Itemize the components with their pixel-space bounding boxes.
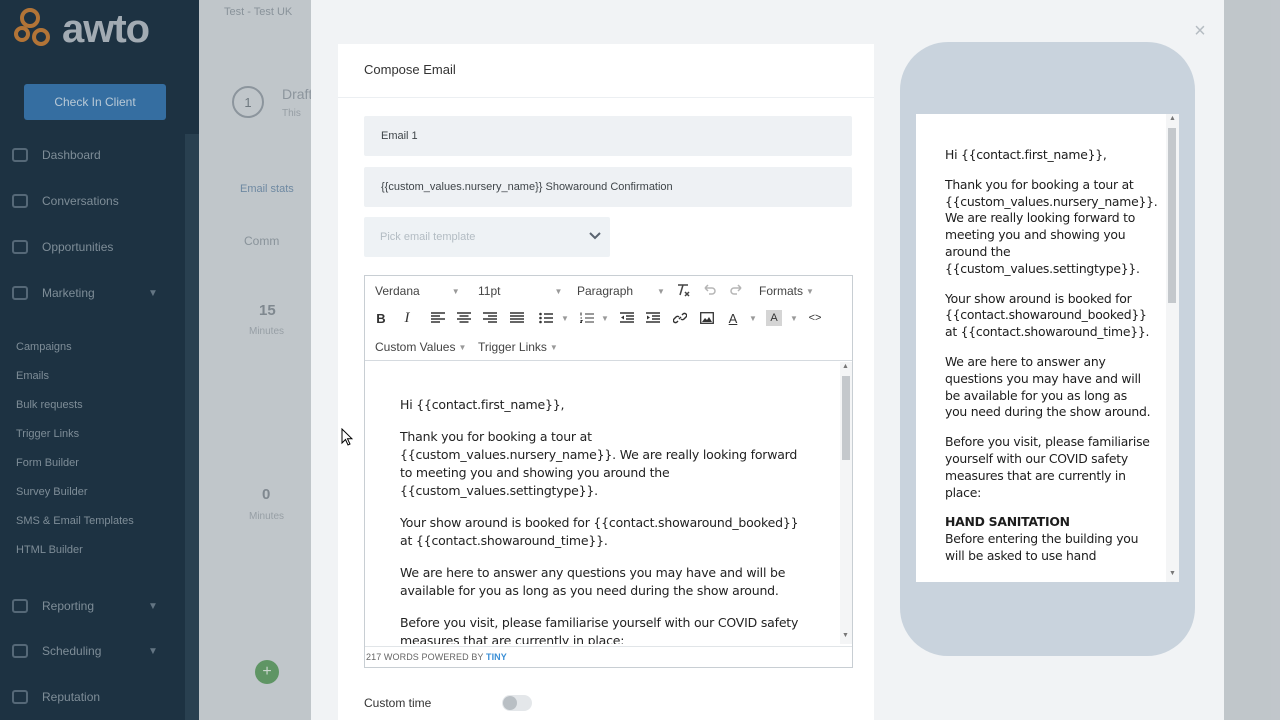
preview-paragraph: We are here to answer any questions you …	[945, 353, 1151, 420]
editor-toolbar: Verdana ▼ 11pt ▼ Paragraph ▼ Formats ▼ B I	[365, 276, 852, 361]
indent-button[interactable]	[642, 307, 664, 329]
bold-button[interactable]: B	[370, 307, 392, 329]
dropdown-arrow-icon[interactable]: ▼	[749, 314, 757, 323]
bullet-list-icon	[539, 312, 553, 324]
preview-paragraph: Thank you for booking a tour at {{custom…	[945, 176, 1158, 276]
redo-icon	[730, 284, 742, 295]
source-code-button[interactable]: <>	[804, 307, 826, 329]
preview-paragraph: Before entering the building you will be…	[945, 531, 1139, 563]
scroll-down-icon[interactable]: ▼	[842, 632, 849, 639]
undo-icon	[704, 284, 716, 295]
scroll-down-icon[interactable]: ▼	[1169, 570, 1176, 577]
insert-image-button[interactable]	[696, 307, 718, 329]
custom-time-label: Custom time	[364, 696, 432, 710]
scroll-up-icon[interactable]: ▲	[1169, 115, 1176, 122]
dropdown-arrow-icon: ▼	[549, 342, 558, 352]
editor-statusbar: 217 WORDS POWERED BY TINY	[365, 646, 852, 668]
align-left-icon	[431, 312, 445, 323]
align-center-button[interactable]	[453, 307, 475, 329]
insert-link-button[interactable]	[669, 307, 691, 329]
preview-scrollbar[interactable]: ▲ ▼	[1166, 114, 1179, 582]
word-count: 217 WORDS POWERED BY	[366, 652, 486, 662]
preview-paragraph: Before you visit, please familiarise you…	[945, 434, 1150, 500]
dropdown-arrow-icon: ▼	[458, 342, 467, 352]
dropdown-arrow-icon[interactable]: ▼	[790, 314, 798, 323]
close-modal-button[interactable]: ×	[1190, 20, 1210, 42]
undo-button[interactable]	[699, 279, 721, 301]
align-right-button[interactable]	[479, 307, 501, 329]
body-paragraph: Hi {{contact.first_name}},	[400, 397, 565, 412]
numbered-list-button[interactable]	[576, 307, 598, 329]
trigger-links-menu[interactable]: Trigger Links ▼	[478, 340, 558, 354]
indent-icon	[646, 312, 660, 323]
tiny-link[interactable]: TINY	[486, 652, 507, 662]
mobile-preview-screen: Hi {{contact.first_name}}, Thank you for…	[916, 114, 1179, 582]
font-size-select[interactable]: 11pt ▼	[478, 284, 562, 298]
body-paragraph: Your show around is booked for {{contact…	[400, 515, 799, 548]
align-center-icon	[457, 312, 471, 323]
justify-icon	[510, 312, 524, 323]
dropdown-arrow-icon[interactable]: ▼	[561, 314, 569, 323]
preview-paragraph: Hi {{contact.first_name}},	[945, 147, 1107, 162]
redo-button[interactable]	[725, 279, 747, 301]
preview-scroll-thumb[interactable]	[1168, 128, 1176, 303]
outdent-icon	[620, 312, 634, 323]
italic-button[interactable]: I	[396, 307, 418, 329]
compose-title: Compose Email	[364, 62, 456, 77]
justify-button[interactable]	[506, 307, 528, 329]
dropdown-arrow-icon: ▼	[657, 286, 665, 296]
background-color-button[interactable]: A	[766, 310, 782, 326]
editor-content[interactable]: Hi {{contact.first_name}}, Thank you for…	[365, 362, 840, 644]
clear-formatting-button[interactable]	[672, 279, 694, 301]
bullet-list-button[interactable]	[535, 307, 557, 329]
font-family-select[interactable]: Verdana ▼	[375, 284, 460, 298]
email-name-input[interactable]: Email 1	[364, 116, 852, 156]
body-paragraph: Thank you for booking a tour at {{custom…	[400, 429, 798, 498]
block-format-select[interactable]: Paragraph ▼	[577, 284, 665, 298]
dropdown-arrow-icon: ▼	[451, 286, 460, 296]
numbered-list-icon	[580, 312, 594, 324]
template-placeholder: Pick email template	[380, 231, 476, 243]
align-left-button[interactable]	[427, 307, 449, 329]
toggle-knob	[503, 696, 517, 710]
dropdown-arrow-icon[interactable]: ▼	[601, 314, 609, 323]
rich-text-editor: Verdana ▼ 11pt ▼ Paragraph ▼ Formats ▼ B I	[364, 275, 853, 668]
formats-menu[interactable]: Formats ▼	[759, 284, 814, 298]
scroll-up-icon[interactable]: ▲	[842, 363, 849, 370]
body-paragraph: We are here to answer any questions you …	[400, 565, 786, 598]
outdent-button[interactable]	[616, 307, 638, 329]
text-color-button[interactable]: A	[722, 307, 744, 329]
preview-heading: HAND SANITATION	[945, 514, 1070, 530]
body-paragraph: Before you visit, please familiarise you…	[400, 615, 799, 644]
email-template-select[interactable]: Pick email template	[364, 217, 610, 257]
image-icon	[700, 312, 714, 324]
preview-content: Hi {{contact.first_name}}, Thank you for…	[916, 114, 1166, 582]
custom-values-menu[interactable]: Custom Values ▼	[375, 340, 466, 354]
align-right-icon	[483, 312, 497, 323]
link-icon	[673, 312, 687, 324]
chevron-down-icon	[589, 232, 601, 240]
dropdown-arrow-icon: ▼	[806, 286, 814, 296]
editor-scroll-thumb[interactable]	[842, 376, 850, 460]
clear-formatting-icon	[678, 284, 690, 297]
mouse-cursor-icon	[341, 428, 353, 446]
dropdown-arrow-icon: ▼	[554, 286, 563, 296]
custom-time-toggle[interactable]	[502, 695, 532, 711]
subject-input[interactable]: {{custom_values.nursery_name}} Showaroun…	[364, 167, 852, 207]
editor-scrollbar[interactable]: ▲ ▼	[840, 362, 852, 644]
preview-paragraph: Your show around is booked for {{contact…	[945, 290, 1150, 340]
